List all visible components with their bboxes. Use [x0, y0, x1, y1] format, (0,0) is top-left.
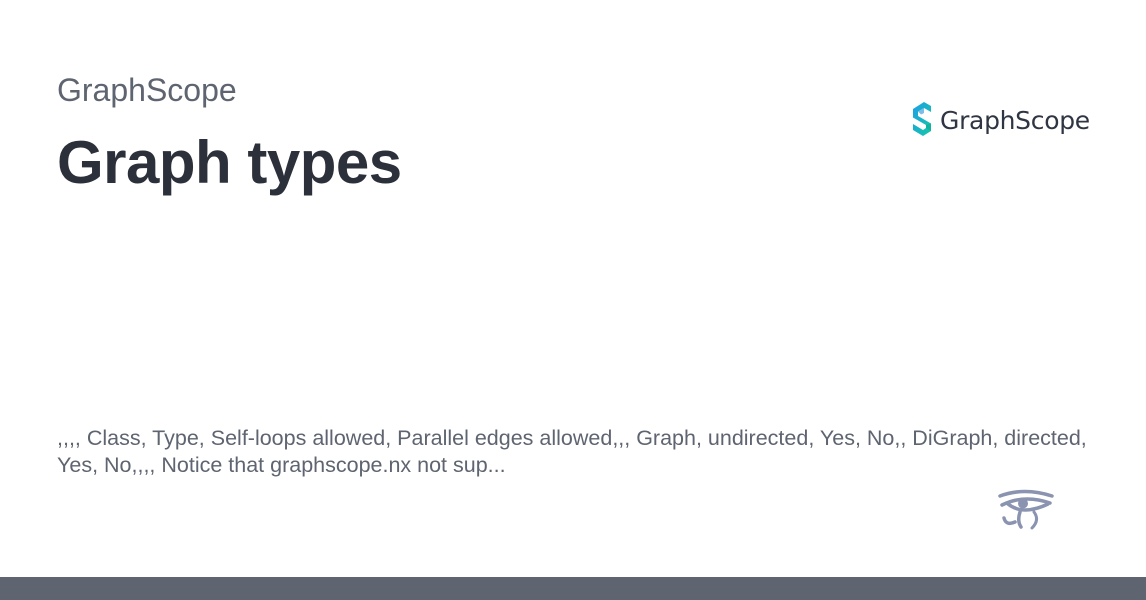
graphscope-logo-icon [913, 102, 931, 136]
footer-bar [0, 577, 1146, 600]
page-title: Graph types [57, 129, 402, 196]
graphscope-logo[interactable]: GraphScope [910, 100, 1090, 140]
eye-of-horus-icon [998, 489, 1054, 530]
site-name: GraphScope [57, 72, 237, 108]
page-description: ,,,, Class, Type, Self-loops allowed, Pa… [57, 426, 1087, 477]
logo-text: GraphScope [940, 105, 1090, 135]
